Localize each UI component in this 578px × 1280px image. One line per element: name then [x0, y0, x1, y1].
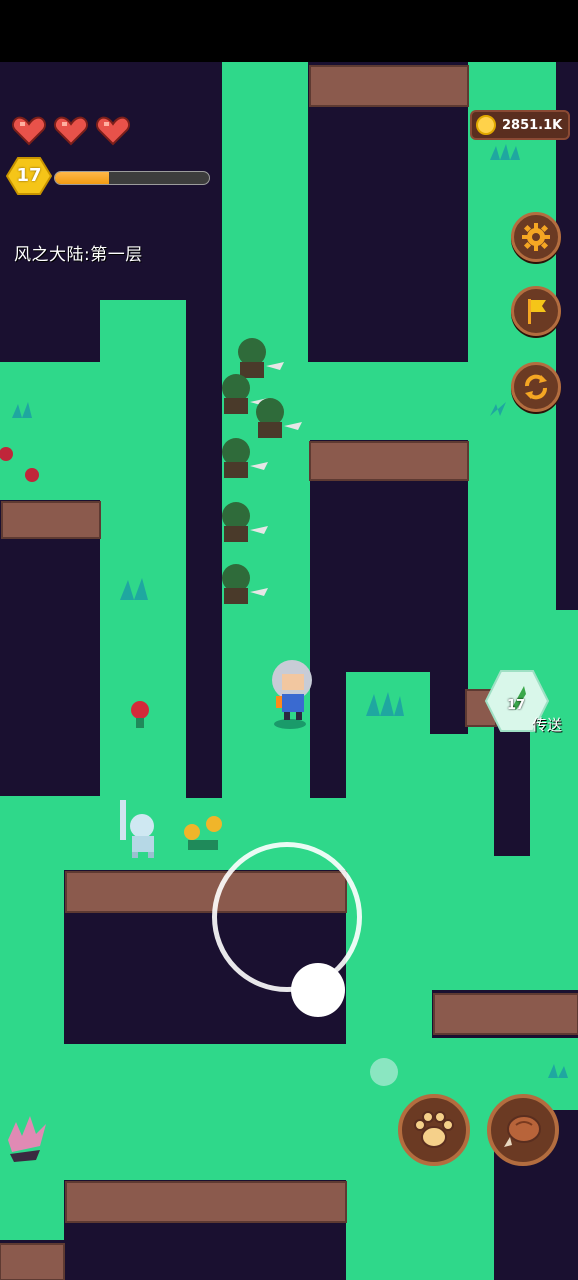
paw-icon	[414, 1111, 454, 1148]
health-hearts	[12, 116, 130, 146]
player-level: 17	[16, 165, 42, 186]
gear-icon	[522, 223, 550, 251]
teleport-level: 17	[506, 698, 526, 713]
gold-counter: 2851.1K	[470, 110, 570, 140]
heart-icon	[12, 116, 46, 146]
joystick-knob[interactable]	[291, 963, 345, 1017]
xp-fill	[55, 172, 109, 184]
skill-button[interactable]	[487, 1094, 559, 1166]
flag-icon	[528, 299, 546, 324]
heart-icon	[54, 116, 88, 146]
coin-icon	[476, 115, 496, 135]
flag-button[interactable]	[511, 286, 561, 336]
xp-bar	[54, 171, 210, 185]
level-badge: 17	[6, 156, 52, 196]
heart-icon	[96, 116, 130, 146]
gold-amount: 2851.1K	[502, 117, 563, 133]
region-name: 风之大陆:第一层	[14, 245, 143, 265]
settings-button[interactable]	[511, 212, 561, 262]
refresh-button[interactable]	[511, 362, 561, 412]
meat-icon	[504, 1115, 541, 1147]
joystick-ring[interactable]	[212, 842, 362, 992]
game-map	[0, 0, 578, 1280]
refresh-icon	[525, 374, 547, 400]
teleport-label: 传送	[532, 716, 563, 734]
indicator-dot	[370, 1058, 398, 1086]
teleport-button[interactable]: 17 传送	[484, 668, 562, 738]
paw-button[interactable]	[398, 1094, 470, 1166]
